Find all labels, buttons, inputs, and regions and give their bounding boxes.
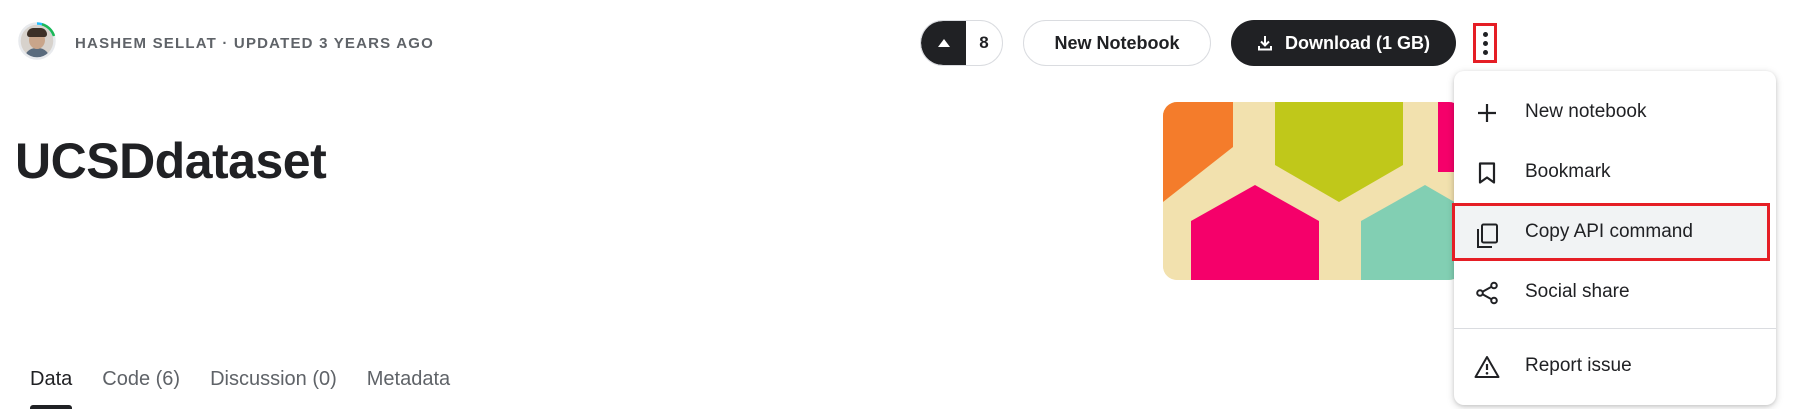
warning-icon — [1474, 354, 1500, 380]
share-icon — [1474, 280, 1500, 306]
progress-ring-icon — [18, 22, 56, 60]
tab-code[interactable]: Code (6) — [102, 368, 180, 391]
dataset-title: UCSDdataset — [15, 133, 327, 189]
tab-data[interactable]: Data — [30, 368, 73, 409]
download-button[interactable]: Download (1 GB) — [1231, 20, 1456, 66]
menu-item-bookmark[interactable]: Bookmark — [1454, 143, 1776, 201]
menu-item-label: Copy API command — [1525, 221, 1693, 242]
dot-icon — [1482, 40, 1488, 46]
dot-icon — [1482, 49, 1488, 55]
more-options-button[interactable] — [1473, 23, 1497, 63]
download-icon — [1258, 36, 1272, 51]
menu-item-label: Bookmark — [1525, 161, 1611, 182]
upvote-button[interactable] — [921, 21, 966, 65]
upvote-count: 8 — [979, 33, 989, 52]
owner-avatar[interactable] — [18, 22, 56, 60]
menu-divider — [1454, 328, 1776, 329]
download-label: Download (1 GB) — [1285, 32, 1430, 53]
plus-icon — [1474, 100, 1500, 126]
owner-and-update-meta: HASHEM SELLAT · UPDATED 3 YEARS AGO — [75, 35, 434, 52]
more-options-menu: New notebook Bookmark Copy API command S… — [1452, 71, 1776, 405]
dataset-tabs: Data Code (6) Discussion (0) Metadata — [30, 368, 450, 409]
menu-item-label: New notebook — [1525, 101, 1647, 122]
tab-discussion[interactable]: Discussion (0) — [210, 368, 337, 391]
caret-up-icon — [937, 39, 950, 47]
new-notebook-button[interactable]: New Notebook — [1023, 20, 1211, 66]
dataset-banner-image — [1163, 102, 1463, 280]
tab-metadata[interactable]: Metadata — [367, 368, 450, 391]
menu-item-report-issue[interactable]: Report issue — [1454, 337, 1776, 395]
menu-item-label: Social share — [1525, 281, 1630, 302]
bookmark-icon — [1474, 160, 1500, 186]
menu-item-social-share[interactable]: Social share — [1454, 263, 1776, 321]
menu-item-label: Report issue — [1525, 355, 1632, 376]
upvote-control[interactable]: 8 — [920, 20, 1003, 66]
menu-item-new-notebook[interactable]: New notebook — [1454, 83, 1776, 141]
copy-icon — [1474, 223, 1500, 249]
dot-icon — [1482, 31, 1488, 37]
menu-item-copy-api-command[interactable]: Copy API command — [1452, 203, 1770, 261]
